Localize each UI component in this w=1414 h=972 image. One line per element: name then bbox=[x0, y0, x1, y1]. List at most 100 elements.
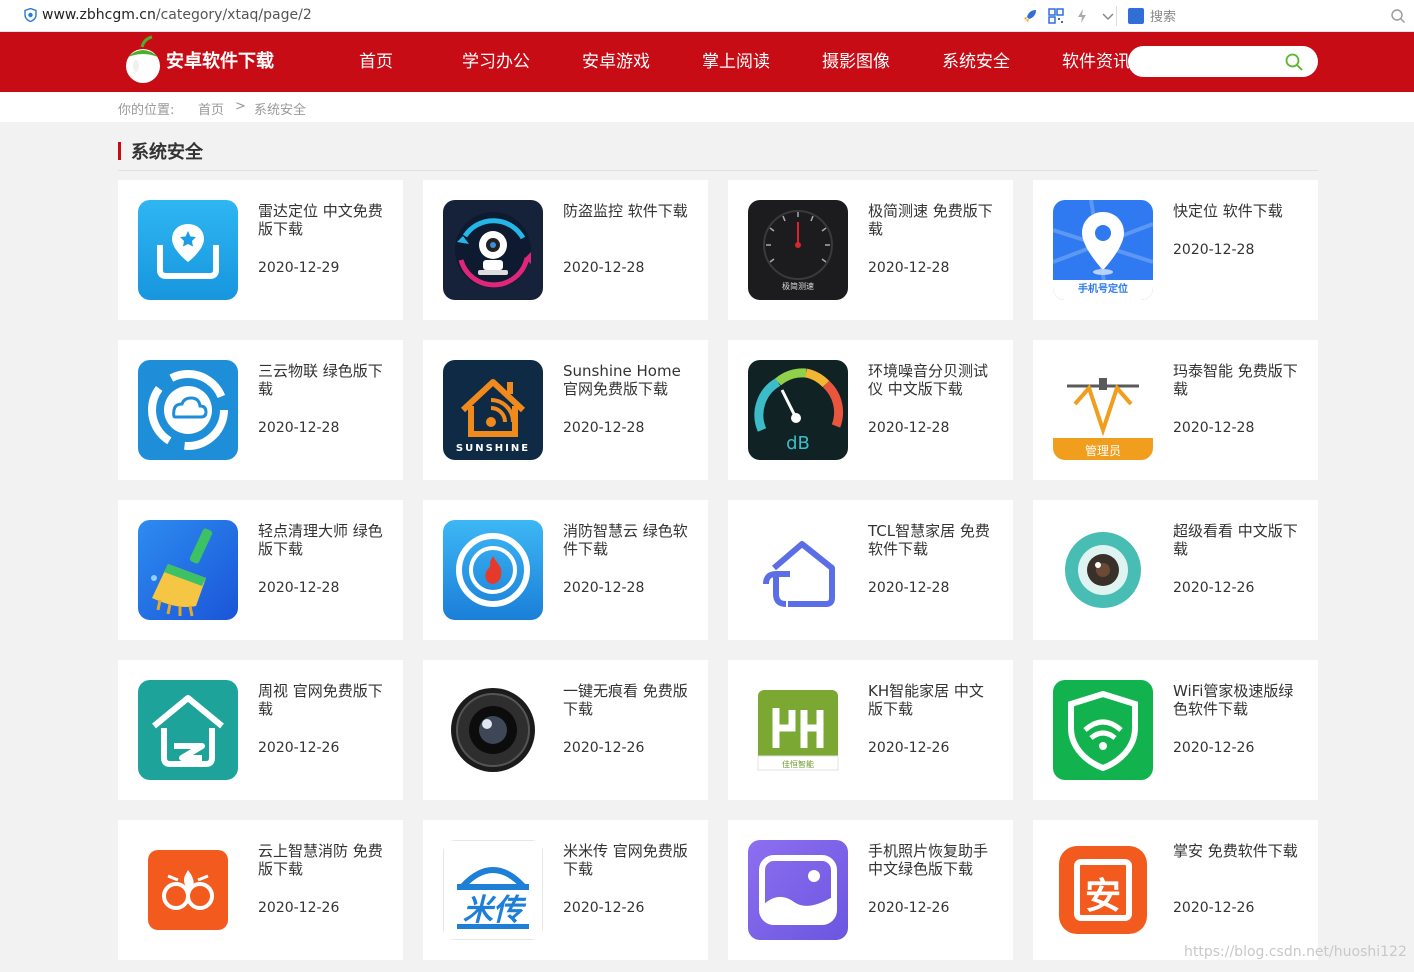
sunshine-home-icon-label: SUNSHINE bbox=[456, 443, 530, 454]
breadcrumb-current[interactable]: 系统安全 bbox=[254, 99, 306, 118]
zhangan-logo-icon-label: 安 bbox=[1085, 876, 1121, 917]
qr-code-icon[interactable] bbox=[1048, 8, 1064, 24]
app-card[interactable]: 轻点清理大师 绿色版下载 2020-12-28 bbox=[118, 500, 403, 640]
app-name[interactable]: 雷达定位 中文免费版下载 bbox=[258, 202, 383, 238]
site-search-input[interactable] bbox=[1142, 51, 1286, 73]
chevron-down-icon[interactable] bbox=[1100, 8, 1116, 24]
app-name[interactable]: 手机照片恢复助手 中文绿色版下载 bbox=[868, 842, 993, 878]
app-card[interactable]: 一键无痕看 免费版下载 2020-12-26 bbox=[423, 660, 708, 800]
app-card[interactable]: 雷达定位 中文免费版下载 2020-12-29 bbox=[118, 180, 403, 320]
nav-item-games[interactable]: 安卓游戏 bbox=[556, 32, 676, 92]
app-card[interactable]: 安 掌安 免费软件下载 2020-12-26 bbox=[1033, 820, 1318, 960]
app-name[interactable]: 消防智慧云 绿色软件下载 bbox=[563, 522, 688, 558]
matai-logo-icon[interactable]: 管理员 bbox=[1053, 360, 1153, 460]
zhangan-logo-icon[interactable]: 安 bbox=[1053, 840, 1153, 940]
house-outline-icon[interactable] bbox=[138, 680, 238, 780]
app-date: 2020-12-28 bbox=[563, 260, 645, 276]
mimichuan-logo-icon-label: 米传 bbox=[463, 893, 527, 928]
map-pin-icon[interactable]: 手机号定位 bbox=[1053, 200, 1153, 300]
nav-item-reading[interactable]: 掌上阅读 bbox=[676, 32, 796, 92]
app-name[interactable]: 周视 官网免费版下载 bbox=[258, 682, 383, 718]
main-nav: 首页 学习办公 安卓游戏 掌上阅读 摄影图像 系统安全 软件资讯 bbox=[316, 32, 1156, 92]
camera-lens-icon[interactable] bbox=[443, 680, 543, 780]
app-name[interactable]: 快定位 软件下载 bbox=[1173, 202, 1298, 220]
app-card[interactable]: 防盗监控 软件下载 2020-12-28 bbox=[423, 180, 708, 320]
app-date: 2020-12-26 bbox=[868, 740, 950, 756]
breadcrumb-home[interactable]: 首页 bbox=[198, 99, 224, 118]
app-grid: 雷达定位 中文免费版下载 2020-12-29 防盗监控 软件下载 2020-1… bbox=[118, 180, 1318, 960]
broom-cleaner-icon[interactable] bbox=[138, 520, 238, 620]
decibel-meter-icon[interactable]: dB bbox=[748, 360, 848, 460]
rocket-icon[interactable] bbox=[1022, 8, 1038, 24]
app-date: 2020-12-26 bbox=[1173, 740, 1255, 756]
lens-eye-icon[interactable] bbox=[1053, 520, 1153, 620]
mimichuan-logo-icon[interactable]: 米传 bbox=[443, 840, 543, 940]
app-card[interactable]: 云上智慧消防 免费版下载 2020-12-26 bbox=[118, 820, 403, 960]
app-name[interactable]: 三云物联 绿色版下载 bbox=[258, 362, 383, 398]
browser-search-icon[interactable] bbox=[1390, 8, 1406, 24]
cloud-sync-icon[interactable] bbox=[138, 360, 238, 460]
app-name[interactable]: 超级看看 中文版下载 bbox=[1173, 522, 1298, 558]
app-card[interactable]: WiFi管家极速版绿色软件下载 2020-12-26 bbox=[1033, 660, 1318, 800]
app-card[interactable]: 佳恒智能 KH智能家居 中文版下载 2020-12-26 bbox=[728, 660, 1013, 800]
app-date: 2020-12-28 bbox=[563, 420, 645, 436]
app-card[interactable]: 消防智慧云 绿色软件下载 2020-12-28 bbox=[423, 500, 708, 640]
acorn-logo-icon bbox=[126, 35, 160, 83]
app-card[interactable]: 三云物联 绿色版下载 2020-12-28 bbox=[118, 340, 403, 480]
fire-target-icon[interactable] bbox=[443, 520, 543, 620]
breadcrumb-separator: > bbox=[235, 99, 246, 114]
speedometer-icon[interactable]: 极简测速 bbox=[748, 200, 848, 300]
app-name[interactable]: 云上智慧消防 免费版下载 bbox=[258, 842, 383, 878]
app-card[interactable]: dB 环境噪音分贝测试仪 中文版下载 2020-12-28 bbox=[728, 340, 1013, 480]
app-name[interactable]: 一键无痕看 免费版下载 bbox=[563, 682, 688, 718]
app-date: 2020-12-28 bbox=[1173, 242, 1255, 258]
app-card[interactable]: 管理员 玛泰智能 免费版下载 2020-12-28 bbox=[1033, 340, 1318, 480]
nav-item-study-office[interactable]: 学习办公 bbox=[436, 32, 556, 92]
app-date: 2020-12-26 bbox=[563, 900, 645, 916]
url-field[interactable]: www.zbhcgm.cn/category/xtaq/page/2 bbox=[42, 7, 312, 23]
nav-item-home[interactable]: 首页 bbox=[316, 32, 436, 92]
url-domain: www.zbhcgm.cn bbox=[42, 7, 156, 23]
app-name[interactable]: KH智能家居 中文版下载 bbox=[868, 682, 993, 718]
site-search-icon[interactable] bbox=[1284, 52, 1304, 72]
tcl-home-icon[interactable] bbox=[748, 520, 848, 620]
nav-item-security[interactable]: 系统安全 bbox=[916, 32, 1036, 92]
app-card[interactable]: 极简测速 极简测速 免费版下载 2020-12-28 bbox=[728, 180, 1013, 320]
map-pin-icon-label: 手机号定位 bbox=[1078, 282, 1128, 295]
app-name[interactable]: 米米传 官网免费版下载 bbox=[563, 842, 688, 878]
browser-search-label: 搜索 bbox=[1150, 10, 1177, 25]
app-date: 2020-12-29 bbox=[258, 260, 340, 276]
sunshine-home-icon[interactable]: SUNSHINE bbox=[443, 360, 543, 460]
app-date: 2020-12-26 bbox=[258, 900, 340, 916]
app-name[interactable]: 玛泰智能 免费版下载 bbox=[1173, 362, 1298, 398]
site-logo[interactable]: 安卓软件下载 bbox=[122, 35, 274, 85]
app-name[interactable]: 防盗监控 软件下载 bbox=[563, 202, 688, 220]
app-name[interactable]: WiFi管家极速版绿色软件下载 bbox=[1173, 682, 1298, 718]
lightning-icon[interactable] bbox=[1074, 8, 1090, 24]
app-name[interactable]: 极简测速 免费版下载 bbox=[868, 202, 993, 238]
app-card[interactable]: 周视 官网免费版下载 2020-12-26 bbox=[118, 660, 403, 800]
wifi-shield-icon[interactable] bbox=[1053, 680, 1153, 780]
radar-locate-icon[interactable] bbox=[138, 200, 238, 300]
secure-shield-icon bbox=[24, 8, 37, 22]
app-card[interactable]: 手机照片恢复助手 中文绿色版下载 2020-12-26 bbox=[728, 820, 1013, 960]
url-path: /category/xtaq/page/2 bbox=[155, 7, 312, 23]
nav-item-photo[interactable]: 摄影图像 bbox=[796, 32, 916, 92]
app-card[interactable]: 超级看看 中文版下载 2020-12-26 bbox=[1033, 500, 1318, 640]
app-name[interactable]: 轻点清理大师 绿色版下载 bbox=[258, 522, 383, 558]
app-name[interactable]: TCL智慧家居 免费软件下载 bbox=[868, 522, 993, 558]
app-card[interactable]: SUNSHINE Sunshine Home 官网免费版下载 2020-12-2… bbox=[423, 340, 708, 480]
fire-emblem-icon[interactable] bbox=[138, 840, 238, 940]
app-name[interactable]: Sunshine Home 官网免费版下载 bbox=[563, 362, 688, 398]
app-card[interactable]: TCL智慧家居 免费软件下载 2020-12-28 bbox=[728, 500, 1013, 640]
kh-logo-icon[interactable]: 佳恒智能 bbox=[748, 680, 848, 780]
app-card[interactable]: 手机号定位 快定位 软件下载 2020-12-28 bbox=[1033, 180, 1318, 320]
browser-search[interactable]: 搜索 bbox=[1128, 6, 1176, 25]
app-date: 2020-12-26 bbox=[258, 740, 340, 756]
app-date: 2020-12-28 bbox=[563, 580, 645, 596]
app-card[interactable]: 米传 米米传 官网免费版下载 2020-12-26 bbox=[423, 820, 708, 960]
app-name[interactable]: 掌安 免费软件下载 bbox=[1173, 842, 1298, 860]
app-name[interactable]: 环境噪音分贝测试仪 中文版下载 bbox=[868, 362, 993, 398]
security-camera-icon[interactable] bbox=[443, 200, 543, 300]
photo-recover-icon[interactable] bbox=[748, 840, 848, 940]
